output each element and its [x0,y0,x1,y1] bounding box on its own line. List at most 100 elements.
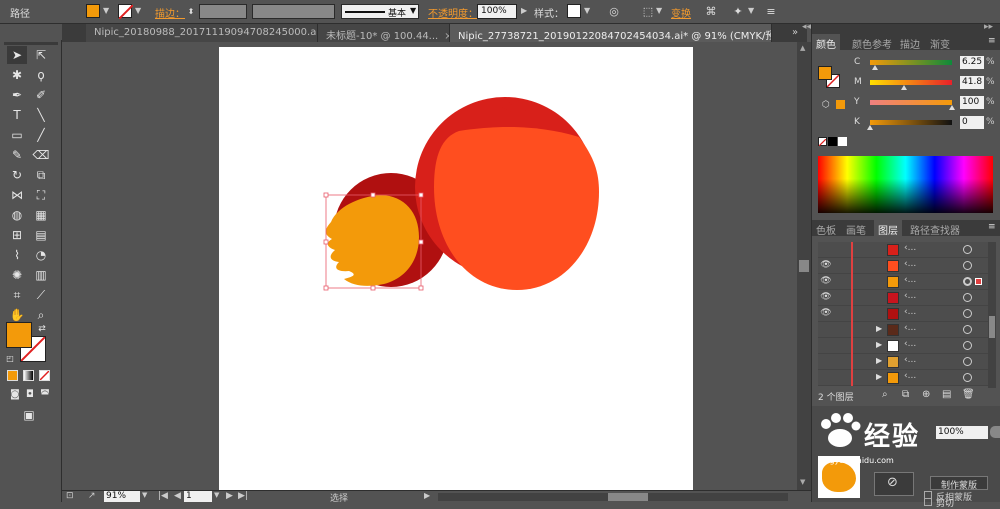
zoom-dropdown-icon[interactable]: ▼ [142,491,147,499]
select-similar-icon[interactable]: ⬚ [640,4,656,20]
line-tool-icon[interactable]: ╲ [31,106,51,124]
scroll-down-icon[interactable]: ▼ [800,478,805,486]
locate-object-icon[interactable]: ⌕ [882,389,888,400]
column-graph-tool-icon[interactable]: ▥ [31,266,51,284]
slider-thumb[interactable] [867,125,873,130]
stroke-label[interactable]: 描边： [155,5,185,20]
rotate-tool-icon[interactable]: ↻ [7,166,27,184]
select-similar-dropdown-icon[interactable]: ▼ [656,6,662,15]
artboard-number-field[interactable]: 1 [184,491,212,502]
white-swatch[interactable] [838,137,847,146]
magenta-slider[interactable] [870,80,952,85]
panel-grip[interactable] [4,42,58,45]
layer-row[interactable]: ▶ ‹... [818,370,993,386]
target-icon[interactable] [963,373,972,382]
tab-document-2[interactable]: 未标题-10* @ 100.44...× [318,24,450,42]
selection-handle[interactable] [418,192,424,198]
brush-profile-dropdown[interactable]: 基本 ▼ [341,4,419,19]
scale-tool-icon[interactable]: ⧉ [31,166,51,184]
panel-menu-icon[interactable]: ≡ [988,222,996,232]
more-dropdown-icon[interactable]: ▼ [748,6,754,15]
canvas-area[interactable] [62,42,797,490]
gradient-mode-icon[interactable] [23,370,34,381]
target-icon[interactable] [963,309,972,318]
black-swatch[interactable] [828,137,837,146]
tab-layers[interactable]: 图层 [874,220,902,237]
artboard-nav-icon[interactable]: ⊡ [66,491,74,501]
symbol-sprayer-tool-icon[interactable]: ✺ [7,266,27,284]
horizontal-scrollbar[interactable] [438,493,788,501]
tab-brushes[interactable]: 画笔 [842,220,870,237]
last-artboard-icon[interactable]: ▶| [238,491,248,501]
eyedropper-tool-icon[interactable]: ⌇ [7,246,27,264]
stroke-stepper-icon[interactable]: ⬍ [183,4,199,20]
first-artboard-icon[interactable]: |◀ [158,491,168,501]
layers-scrollbar[interactable] [988,242,996,388]
tab-color-guide[interactable]: 颜色参考 [848,34,896,51]
selection-handle[interactable] [418,285,424,291]
tab-overflow-icon[interactable]: » [792,27,798,38]
magic-wand-tool-icon[interactable]: ✱ [7,66,27,84]
artboard[interactable] [219,47,693,490]
scrollbar-thumb[interactable] [608,493,648,501]
artboard-dropdown-icon[interactable]: ▼ [214,491,219,499]
default-fill-stroke-icon[interactable]: ◰ [4,350,16,368]
transform-link[interactable]: 变换 [671,5,691,20]
vertical-scrollbar[interactable]: ▲ ▼ [797,42,811,490]
variable-width-dropdown[interactable] [252,4,335,19]
target-icon[interactable] [963,293,972,302]
black-value-field[interactable]: 0 [960,116,984,129]
slice-tool-icon[interactable]: ⟋ [31,286,51,304]
dock-header[interactable]: ◂◂ ▸▸ [802,22,1000,34]
target-icon[interactable] [963,325,972,334]
invert-mask-checkbox[interactable] [924,491,932,499]
recolor-icon[interactable]: ◎ [606,4,622,20]
width-tool-icon[interactable]: ⋈ [7,186,27,204]
eraser-tool-icon[interactable]: ⌫ [31,146,51,164]
tab-gradient[interactable]: 渐变 [926,34,954,51]
zoom-field[interactable]: 91% [104,491,140,502]
selection-handle[interactable] [323,239,329,245]
menu-icon[interactable]: ≡ [763,4,779,20]
mask-placeholder[interactable]: ⊘ [874,472,914,496]
layer-row[interactable]: 👁 ‹... [818,306,993,322]
layer-row[interactable]: ▶ ‹... [818,322,993,338]
layer-row[interactable]: 👁 ‹... [818,290,993,306]
layer-row[interactable]: ▶ ‹... [818,338,993,354]
mesh-tool-icon[interactable]: ⊞ [7,226,27,244]
tab-document-3[interactable]: Nipic_27738721_20190122084702454034.ai* … [450,24,772,42]
cyan-value-field[interactable]: 6.25 [960,56,984,69]
stroke-dropdown-icon[interactable]: ▼ [135,6,141,15]
tab-swatches[interactable]: 色板 [812,220,840,237]
target-icon[interactable] [963,277,972,286]
target-icon[interactable] [963,245,972,254]
layer-row[interactable]: ▶ ‹... [818,354,993,370]
expand-triangle-icon[interactable]: ▶ [876,356,882,365]
new-sublayer-icon[interactable]: ⊕ [922,389,930,400]
blend-tool-icon[interactable]: ◔ [31,246,51,264]
fill-proxy[interactable] [818,66,832,80]
layer-row[interactable]: ‹... [818,242,993,258]
delete-layer-icon[interactable]: 🗑 [962,389,975,400]
magenta-value-field[interactable]: 41.8 [960,76,984,89]
fill-color-box[interactable] [6,322,32,348]
puppet-warp-icon[interactable]: ✦ [730,4,746,20]
lasso-tool-icon[interactable]: ϙ [31,66,51,84]
gradient-tool-icon[interactable]: ▤ [31,226,51,244]
target-icon[interactable] [963,357,972,366]
tab-document-1[interactable]: Nipic_20180988_20171119094708245000.ai*× [86,24,318,42]
none-mode-icon[interactable] [39,370,50,381]
eye-icon[interactable]: 👁 [820,292,832,302]
target-icon[interactable] [963,261,972,270]
expand-icon[interactable]: ▸▸ [984,22,993,32]
clipping-mask-icon[interactable]: ⧉ [902,389,909,400]
perspective-grid-tool-icon[interactable]: ▦ [31,206,51,224]
style-dropdown-icon[interactable]: ▼ [584,6,590,15]
paintbrush-tool-icon[interactable]: ╱ [31,126,51,144]
yellow-value-field[interactable]: 100 [960,96,984,109]
new-layer-icon[interactable]: ▤ [942,389,951,400]
tab-stroke[interactable]: 描边 [896,34,924,51]
selection-indicator[interactable] [975,278,982,285]
color-mode-icon[interactable] [7,370,18,381]
make-mask-button[interactable]: 制作蒙版 [930,476,988,491]
